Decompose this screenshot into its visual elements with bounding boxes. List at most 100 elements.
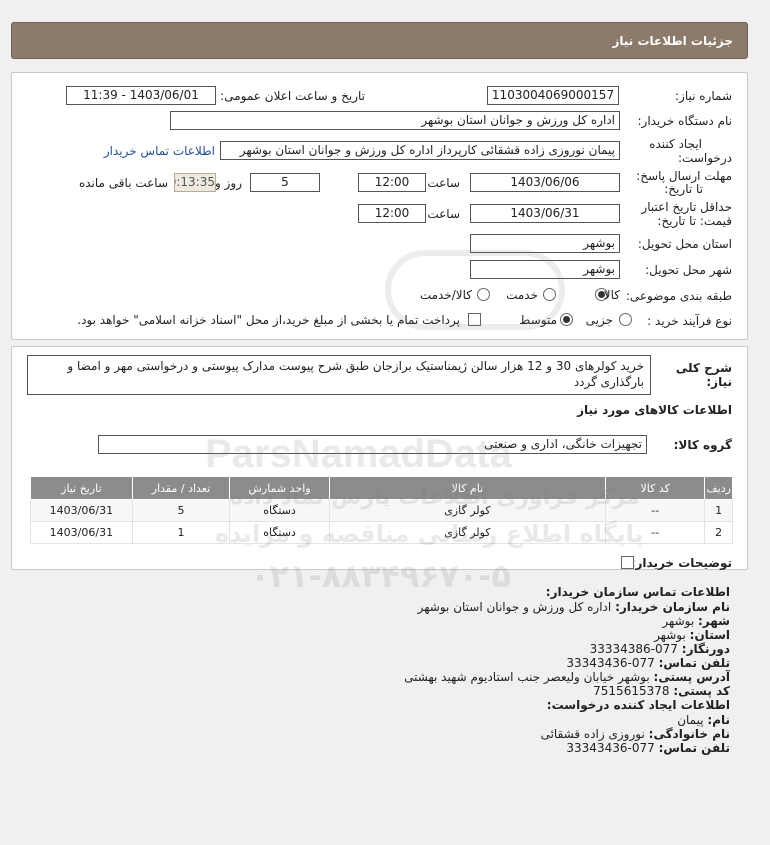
col-unit: واحد شمارش xyxy=(229,476,330,500)
creator-first-name-label: نام: xyxy=(707,713,730,727)
page-header: جزئیات اطلاعات نیاز xyxy=(11,22,748,59)
creator-phone-label: تلفن تماس: xyxy=(658,741,730,755)
contact-fax: دورنگار: 077-33334386 xyxy=(590,642,730,656)
days-label: روز و xyxy=(215,176,242,190)
validity-time-field: 12:00 xyxy=(358,204,426,223)
contact-org-label: نام سازمان خریدار: xyxy=(615,600,730,614)
creator-last-name: نام خانوادگی: نوروزی زاده قشقائی xyxy=(541,727,730,741)
validity-label: حداقل تاریخ اعتبار xyxy=(641,200,732,214)
creator-info-title: اطلاعات ایجاد کننده درخواست: xyxy=(546,698,730,712)
col-row: ردیف xyxy=(704,476,733,500)
goods-section-title: اطلاعات کالاهای مورد نیاز xyxy=(577,403,732,417)
col-code: کد کالا xyxy=(604,476,706,500)
description-label: شرح کلی xyxy=(675,361,732,375)
need-number-field: 1103004069000157 xyxy=(487,86,619,105)
description-label-2: نیاز: xyxy=(706,375,732,389)
reply-date-field: 1403/06/06 xyxy=(470,173,620,192)
contact-city-label: شهر: xyxy=(698,614,730,628)
process-option-minor: جزیی xyxy=(585,313,613,327)
goods-unit: دستگاه xyxy=(229,499,330,522)
contact-address-label: آدرس پستی: xyxy=(653,670,730,684)
contact-province-label: استان: xyxy=(689,628,730,642)
contact-postal: کد پستی: 7515615378 xyxy=(593,684,730,698)
goods-name: کولر گازی xyxy=(328,499,606,522)
buyer-contact-link[interactable]: اطلاعات تماس خریدار xyxy=(104,144,215,158)
table-row: 1 -- کولر گازی دستگاه 5 1403/06/31 xyxy=(30,499,733,522)
contact-address: آدرس پستی: بوشهر خیابان ولیعصر جنب استاد… xyxy=(404,670,730,684)
contact-org: نام سازمان خریدار: اداره کل ورزش و جوانا… xyxy=(418,600,730,614)
goods-unit: دستگاه xyxy=(229,521,330,544)
goods-name: کولر گازی xyxy=(328,521,606,544)
reply-deadline-label: مهلت ارسال پاسخ: xyxy=(636,169,732,183)
treasury-payment-checkbox[interactable] xyxy=(468,313,481,326)
reply-time-field: 12:00 xyxy=(358,173,426,192)
announce-date-label: تاریخ و ساعت اعلان عمومی: xyxy=(220,89,365,103)
creator-phone-value: 077-33343436 xyxy=(566,741,655,755)
description-text-2: بارگذاری گردد xyxy=(573,375,644,389)
goods-need-date: 1403/06/31 xyxy=(30,499,133,522)
goods-need-date: 1403/06/31 xyxy=(30,521,133,544)
description-text: خرید کولرهای 30 و 12 هزار سالن ژیمناستیک… xyxy=(67,359,644,373)
row-number: 1 xyxy=(704,499,733,522)
contact-postal-label: کد پستی: xyxy=(673,684,730,698)
contact-phone-label: تلفن تماس: xyxy=(658,656,730,670)
buyer-org-label: نام دستگاه خریدار: xyxy=(637,114,733,128)
category-radio-service[interactable] xyxy=(543,288,556,301)
category-radio-goods-service[interactable] xyxy=(477,288,490,301)
contact-address-value: بوشهر خیابان ولیعصر جنب استادیوم شهید به… xyxy=(404,670,650,684)
goods-code: -- xyxy=(604,521,706,544)
process-radio-medium[interactable] xyxy=(560,313,573,326)
contact-org-value: اداره کل ورزش و جوانان استان بوشهر xyxy=(417,600,612,614)
goods-group-field: تجهیزات خانگی، اداری و صنعتی xyxy=(98,435,647,454)
city-label: شهر محل تحویل: xyxy=(645,263,732,277)
creator-phone: تلفن تماس: 077-33343436 xyxy=(566,741,730,755)
buyer-notes-label: توضیحات خریدار: xyxy=(630,556,732,570)
creator-field: پیمان نوروزی زاده قشقائی کارپرداز اداره … xyxy=(220,141,620,160)
category-label: طبقه بندی موضوعی: xyxy=(625,289,732,303)
goods-quantity: 1 xyxy=(131,521,231,544)
creator-first-name-value: پیمان xyxy=(677,713,704,727)
description-box: خرید کولرهای 30 و 12 هزار سالن ژیمناستیک… xyxy=(27,355,651,395)
creator-label: ایجاد کننده xyxy=(649,137,702,151)
province-field: بوشهر xyxy=(470,234,620,253)
announce-date-field: 1403/06/01 - 11:39 xyxy=(66,86,216,105)
creator-label-2: درخواست: xyxy=(678,151,732,165)
contact-city-value: بوشهر xyxy=(662,614,695,628)
process-label: نوع فرآیند خرید : xyxy=(647,314,732,328)
process-radio-minor[interactable] xyxy=(619,313,632,326)
creator-first-name: نام: پیمان xyxy=(677,713,730,727)
creator-last-name-value: نوروزی زاده قشقائی xyxy=(540,727,645,741)
city-field: بوشهر xyxy=(470,260,620,279)
validity-date-field: 1403/06/31 xyxy=(470,204,620,223)
days-field: 5 xyxy=(250,173,320,192)
col-quantity: تعداد / مقدار xyxy=(131,476,231,500)
goods-code: -- xyxy=(604,499,706,522)
table-row: 2 -- کولر گازی دستگاه 1 1403/06/31 xyxy=(30,521,733,544)
validity-label-2: قیمت: تا تاریخ: xyxy=(657,214,732,228)
category-option-goods-service: کالا/خدمت xyxy=(419,288,472,302)
reply-deadline-label-2: تا تاریخ: xyxy=(664,182,703,196)
row-number: 2 xyxy=(704,521,733,544)
treasury-payment-note: پرداخت تمام یا بخشی از مبلغ خرید،از محل … xyxy=(77,313,460,327)
remaining-time-label: ساعت باقی مانده xyxy=(78,176,168,190)
contact-phone-value: 077-33343436 xyxy=(566,656,655,670)
remaining-time-field: 00:13:35 xyxy=(174,173,216,192)
process-option-medium: متوسط xyxy=(519,313,557,327)
category-option-service: خدمت xyxy=(506,288,538,302)
reply-time-label: ساعت xyxy=(427,176,460,190)
validity-time-label: ساعت xyxy=(427,207,460,221)
contact-fax-value: 077-33334386 xyxy=(589,642,678,656)
col-need-date: تاریخ نیاز xyxy=(30,476,133,500)
goods-table: ردیف کد کالا نام کالا واحد شمارش تعداد /… xyxy=(30,476,733,544)
province-label: استان محل تحویل: xyxy=(637,237,732,251)
category-option-goods: کالا xyxy=(603,288,620,302)
buyer-notes-checkbox[interactable] xyxy=(621,556,634,569)
contact-city: شهر: بوشهر xyxy=(662,614,730,628)
contact-province-value: بوشهر xyxy=(654,628,686,642)
goods-group-label: گروه کالا: xyxy=(673,438,732,452)
col-name: نام کالا xyxy=(328,476,606,500)
contact-postal-value: 7515615378 xyxy=(593,684,670,698)
goods-table-header: ردیف کد کالا نام کالا واحد شمارش تعداد /… xyxy=(30,476,733,500)
buyer-org-field: اداره کل ورزش و جوانان استان بوشهر xyxy=(170,111,620,130)
creator-last-name-label: نام خانوادگی: xyxy=(648,727,730,741)
